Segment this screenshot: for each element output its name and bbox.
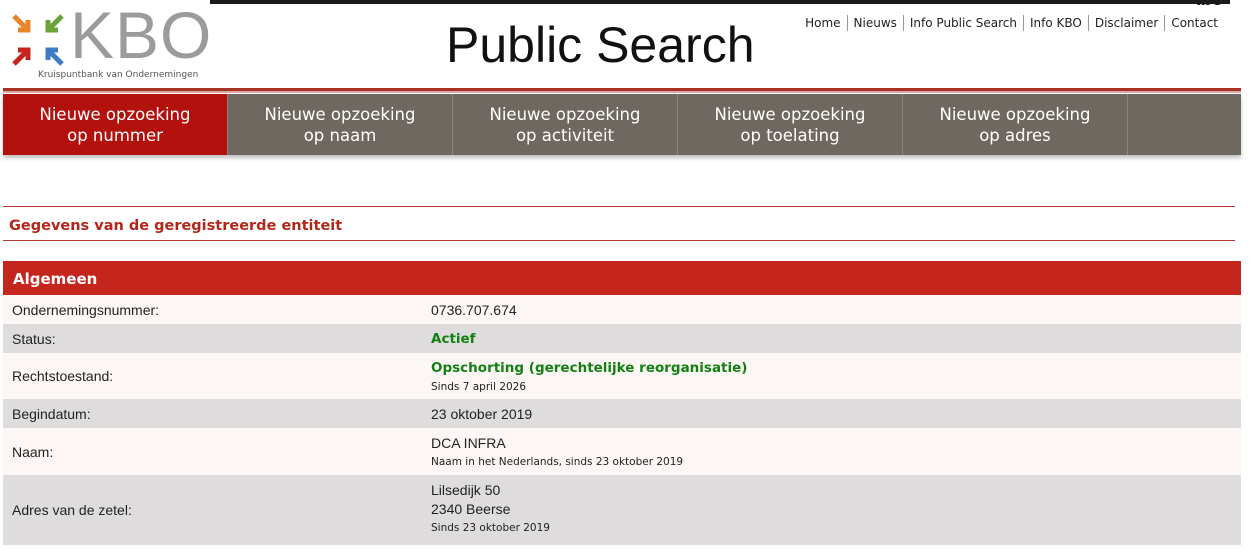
address-since: Sinds 23 oktober 2019 [431, 522, 550, 534]
label-enterprise-number: Ondernemingsnummer: [12, 301, 160, 318]
row-status: Status: Actief [3, 324, 1241, 353]
nav-label-line2: op activiteit [515, 126, 615, 145]
nav-label-line1: Nieuwe opzoeking [264, 105, 416, 124]
section-rule-top [3, 206, 1235, 207]
nav-label-line2: op adres [979, 126, 1051, 145]
value-name-cell: DCA INFRA Naam in het Nederlands, sinds … [431, 428, 1241, 475]
link-contact[interactable]: Contact [1164, 15, 1224, 31]
value-start-date: 23 oktober 2019 [431, 406, 533, 422]
row-enterprise-number: Ondernemingsnummer: 0736.707.674 [3, 295, 1241, 324]
nav-label-line2: op naam [303, 126, 377, 145]
top-links: Home Nieuws Info Public Search Info KBO … [799, 15, 1224, 31]
value-name: DCA INFRA [431, 435, 506, 451]
nav-search-by-permit[interactable]: Nieuwe opzoeking op toelating [678, 94, 903, 155]
link-nieuws[interactable]: Nieuws [846, 15, 903, 31]
section-title: Gegevens van de geregistreerde entiteit [9, 218, 343, 234]
label-status: Status: [12, 330, 56, 347]
kbo-logo[interactable]: KBO Kruispuntbank van Ondernemingen [8, 2, 211, 84]
nav-label-line2: op nummer [67, 126, 163, 145]
label-name: Naam: [12, 443, 54, 460]
general-info-table: Algemeen Ondernemingsnummer: 0736.707.67… [3, 261, 1241, 545]
address-street: Lilsedijk 50 [431, 482, 501, 498]
link-info-public-search[interactable]: Info Public Search [902, 15, 1023, 31]
label-registered-address: Adres van de zetel: [12, 502, 132, 518]
nav-search-by-activity[interactable]: Nieuwe opzoeking op activiteit [453, 94, 678, 155]
value-enterprise-number-cell: 0736.707.674 [431, 295, 1241, 324]
link-home[interactable]: Home [799, 15, 846, 31]
section-rule-bottom [3, 240, 1235, 241]
main-navigation: Nieuwe opzoeking op nummer Nieuwe opzoek… [3, 94, 1241, 155]
legal-situation-since: Sinds 7 april 2026 [431, 381, 527, 393]
page-title: Public Search [446, 17, 755, 73]
nav-label-line1: Nieuwe opzoeking [489, 105, 641, 124]
logo-wordmark: KBO [70, 0, 213, 72]
nav-label-line2: op toelating [740, 126, 840, 145]
nav-search-by-address[interactable]: Nieuwe opzoeking op adres [903, 94, 1128, 155]
nav-label-line1: Nieuwe opzoeking [714, 105, 866, 124]
row-legal-situation: Rechtstoestand: Opschorting (gerechtelij… [3, 353, 1241, 399]
row-start-date: Begindatum: 23 oktober 2019 [3, 399, 1241, 428]
nav-search-by-number[interactable]: Nieuwe opzoeking op nummer [3, 94, 228, 155]
value-address-cell: Lilsedijk 50 2340 Beerse Sinds 23 oktobe… [431, 475, 1241, 545]
header-top-line [210, 0, 1230, 4]
value-status-cell: Actief [431, 324, 1241, 353]
link-info-kbo[interactable]: Info KBO [1022, 15, 1088, 31]
value-start-date-cell: 23 oktober 2019 [431, 399, 1241, 428]
logo-subtitle: Kruispuntbank van Ondernemingen [38, 70, 199, 80]
row-registered-address: Adres van de zetel: Lilsedijk 50 2340 Be… [3, 475, 1241, 545]
address-city: 2340 Beerse [431, 501, 511, 517]
name-language-since: Naam in het Nederlands, sinds 23 oktober… [431, 456, 684, 468]
status-badge: Actief [431, 331, 476, 347]
label-start-date: Begindatum: [12, 405, 91, 422]
header-divider-shadow [3, 91, 1241, 93]
value-legal-situation: Opschorting (gerechtelijke reorganisatie… [431, 360, 748, 376]
value-enterprise-number: 0736.707.674 [431, 302, 517, 318]
link-disclaimer[interactable]: Disclaimer [1087, 15, 1164, 31]
row-name: Naam: DCA INFRA Naam in het Nederlands, … [3, 428, 1241, 475]
table-heading-general: Algemeen [3, 261, 1241, 295]
nav-label-line1: Nieuwe opzoeking [939, 105, 1091, 124]
label-legal-situation: Rechtstoestand: [12, 368, 114, 384]
kbo-arrows-icon [12, 14, 64, 66]
value-legal-situation-cell: Opschorting (gerechtelijke reorganisatie… [431, 353, 1241, 399]
be-domain-mark: .be [1196, 0, 1223, 11]
nav-search-by-name[interactable]: Nieuwe opzoeking op naam [228, 94, 453, 155]
nav-label-line1: Nieuwe opzoeking [39, 105, 191, 124]
